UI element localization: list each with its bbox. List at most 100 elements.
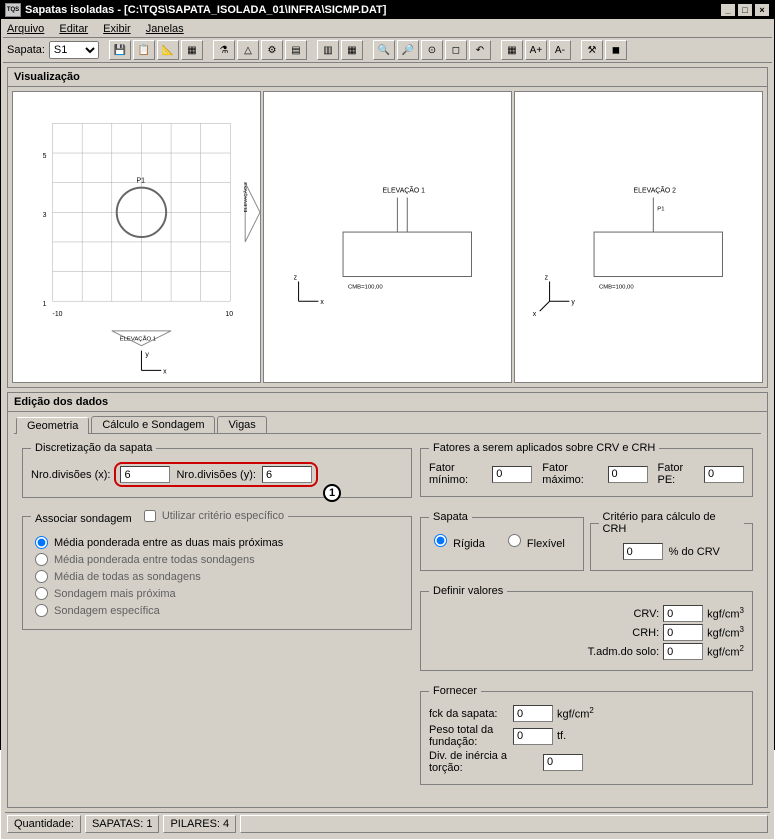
toolbar-btn-16[interactable]: ▦: [501, 40, 523, 60]
fator-pe-label: Fator PE:: [658, 462, 695, 486]
edicao-section: Edição dos dados Geometria Cálculo e Son…: [7, 392, 768, 808]
svg-text:3: 3: [43, 212, 47, 219]
minimize-button[interactable]: _: [720, 3, 736, 17]
crh-label: CRH:: [579, 627, 659, 639]
toolbar-btn-6[interactable]: △: [237, 40, 259, 60]
radio-flexivel[interactable]: [508, 534, 521, 547]
status-quantidade: Quantidade:: [7, 815, 81, 833]
radio-rigida[interactable]: [434, 534, 447, 547]
status-empty: [240, 815, 768, 833]
toolbar-btn-3[interactable]: 📐: [157, 40, 179, 60]
zoom-window-icon[interactable]: ◻: [445, 40, 467, 60]
visualizacao-section: Visualização P1 135: [7, 67, 768, 388]
toolbar-btn-8[interactable]: ▤: [285, 40, 307, 60]
utilizar-criterio-checkbox[interactable]: [144, 510, 156, 522]
close-button[interactable]: ×: [754, 3, 770, 17]
svg-text:CMB=100,00: CMB=100,00: [348, 284, 383, 290]
zoom-prev-icon[interactable]: ↶: [469, 40, 491, 60]
definir-legend: Definir valores: [429, 585, 507, 597]
definir-valores-group: Definir valores CRV: kgf/cm3 CRH: kgf/cm…: [420, 585, 753, 671]
plan-view-panel: P1 135 -1010 ELEVAÇÃO 2 ELEVAÇÃO 1 y x: [12, 91, 261, 383]
sapata-type-legend: Sapata: [429, 511, 472, 523]
elevation2-panel: ELEVAÇÃO 2 P1 CMB=100,00 y z x: [514, 91, 763, 383]
sapata-type-group: Sapata Rígida Flexível: [420, 511, 584, 571]
svg-text:z: z: [294, 274, 298, 281]
menu-arquivo[interactable]: Arquivo: [7, 23, 44, 35]
crh-unit: % do CRV: [669, 546, 720, 558]
maximize-button[interactable]: □: [737, 3, 753, 17]
toolbar: Sapata: S1 💾 📋 📐 ▦ ⚗ △ ⚙ ▤ ▥ ▦ 🔍 🔎 ⊙ ◻ ↶…: [3, 38, 772, 63]
criterio-crh-legend: Critério para cálculo de CRH: [599, 511, 745, 535]
svg-text:z: z: [545, 274, 549, 281]
zoom-in-icon[interactable]: 🔍: [373, 40, 395, 60]
font-decrease-icon[interactable]: A-: [549, 40, 571, 60]
fator-max-label: Fator máximo:: [542, 462, 597, 486]
div-label: Div. de inércia a torção:: [429, 750, 539, 774]
crh-percent-input[interactable]: [623, 543, 663, 560]
crh-input[interactable]: [663, 624, 703, 641]
svg-text:P1: P1: [657, 206, 664, 212]
fck-input[interactable]: [513, 705, 553, 722]
svg-text:CMB=100,00: CMB=100,00: [599, 284, 634, 290]
status-sapatas: SAPATAS: 1: [85, 815, 160, 833]
radio-especifica[interactable]: [35, 604, 48, 617]
toolbar-btn-2[interactable]: 📋: [133, 40, 155, 60]
toolbar-btn-5[interactable]: ⚗: [213, 40, 235, 60]
toolbar-btn-20[interactable]: ◼: [605, 40, 627, 60]
fck-unit: kgf/cm2: [557, 706, 594, 721]
save-icon[interactable]: 💾: [109, 40, 131, 60]
annotation-1: 1: [323, 484, 341, 502]
tadm-unit: kgf/cm2: [707, 644, 744, 659]
svg-text:ELEVAÇÃO 2: ELEVAÇÃO 2: [242, 182, 249, 213]
radio-media-todas-pond[interactable]: [35, 553, 48, 566]
ny-label: Nro.divisões (y):: [176, 469, 255, 481]
fator-pe-input[interactable]: [704, 466, 744, 483]
svg-text:y: y: [571, 299, 575, 306]
elev1-label: ELEVAÇÃO 1: [383, 186, 426, 195]
toolbar-btn-7[interactable]: ⚙: [261, 40, 283, 60]
svg-text:y: y: [145, 352, 149, 359]
fatores-group: Fatores a serem aplicados sobre CRV e CR…: [420, 442, 753, 497]
zoom-fit-icon[interactable]: ⊙: [421, 40, 443, 60]
toolbar-btn-4[interactable]: ▦: [181, 40, 203, 60]
discretizacao-group: Discretização da sapata Nro.divisões (x)…: [22, 442, 412, 498]
fatores-legend: Fatores a serem aplicados sobre CRV e CR…: [429, 442, 659, 454]
tadm-input[interactable]: [663, 643, 703, 660]
window-title: Sapatas isoladas - [C:\TQS\SAPATA_ISOLAD…: [25, 4, 720, 16]
svg-text:x: x: [533, 311, 537, 318]
crh-def-unit: kgf/cm3: [707, 625, 744, 640]
nx-label: Nro.divisões (x):: [31, 469, 110, 481]
radio-mais-proxima[interactable]: [35, 587, 48, 600]
peso-unit: tf.: [557, 730, 566, 742]
crv-input[interactable]: [663, 605, 703, 622]
app-icon: TQS: [5, 3, 21, 17]
crv-label: CRV:: [579, 608, 659, 620]
fornecer-group: Fornecer fck da sapata: kgf/cm2 Peso tot…: [420, 685, 753, 785]
fator-min-input[interactable]: [492, 466, 532, 483]
toolbar-btn-9[interactable]: ▥: [317, 40, 339, 60]
fator-max-input[interactable]: [608, 466, 648, 483]
elevation1-panel: ELEVAÇÃO 1 CMB=100,00 x z: [263, 91, 512, 383]
sapata-select[interactable]: S1: [49, 41, 99, 59]
menu-janelas[interactable]: Janelas: [146, 23, 184, 35]
menu-editar[interactable]: Editar: [59, 23, 88, 35]
toolbar-btn-10[interactable]: ▦: [341, 40, 363, 60]
criterio-crh-group: Critério para cálculo de CRH % do CRV: [590, 511, 754, 571]
svg-text:1: 1: [43, 301, 47, 308]
ny-input[interactable]: [262, 466, 312, 483]
tab-vigas[interactable]: Vigas: [217, 416, 266, 433]
font-increase-icon[interactable]: A+: [525, 40, 547, 60]
sapata-label: Sapata:: [7, 44, 45, 56]
peso-input[interactable]: [513, 728, 553, 745]
nx-input[interactable]: [120, 466, 170, 483]
svg-text:10: 10: [225, 311, 233, 318]
peso-label: Peso total da fundação:: [429, 724, 509, 748]
menu-exibir[interactable]: Exibir: [103, 23, 131, 35]
radio-media-duas[interactable]: [35, 536, 48, 549]
radio-media-todas[interactable]: [35, 570, 48, 583]
tab-calculo-sondagem[interactable]: Cálculo e Sondagem: [91, 416, 215, 433]
tab-geometria[interactable]: Geometria: [16, 417, 89, 434]
zoom-out-icon[interactable]: 🔎: [397, 40, 419, 60]
toolbar-btn-19[interactable]: ⚒: [581, 40, 603, 60]
div-inercia-input[interactable]: [543, 754, 583, 771]
